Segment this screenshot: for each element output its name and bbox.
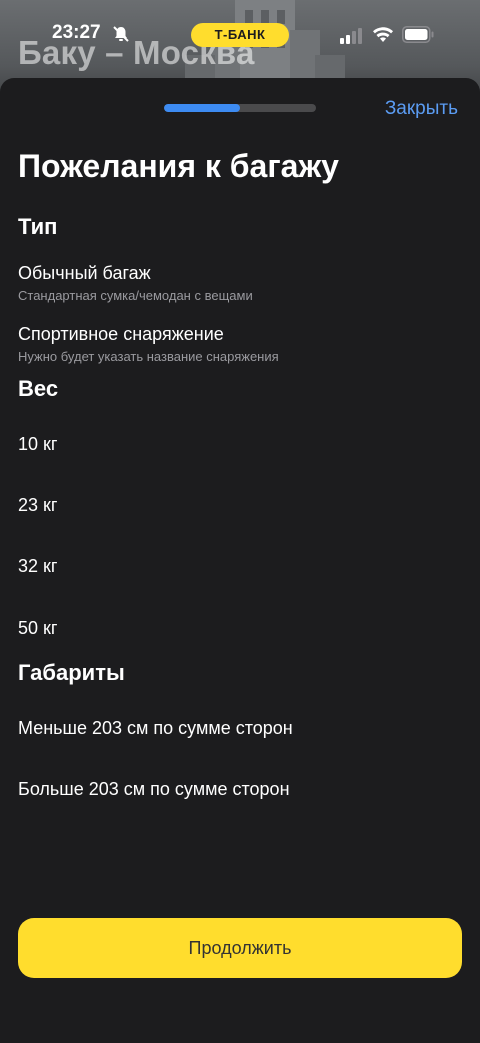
screen: Баку – Москва 23:27 Т-БАНК Закрыть Пожел… [0,0,480,1043]
option-label: Меньше 203 см по сумме сторон [18,718,293,738]
option-label: Больше 203 см по сумме сторон [18,779,290,799]
option-sports-equipment[interactable]: Спортивное снаряжение Нужно будет указат… [18,323,462,365]
progress-bar [164,104,316,112]
option-description: Стандартная сумка/чемодан с вещами [18,288,253,303]
section-title-dimensions: Габариты [18,660,125,685]
option-label: 23 кг [18,495,58,515]
option-label: 32 кг [18,556,58,576]
status-bar: 23:27 Т-БАНК [0,0,480,60]
bell-off-icon [113,26,129,42]
section-title-weight: Вес [18,376,59,401]
option-weight-23[interactable]: 23 кг [18,494,462,516]
option-label: Обычный багаж [18,263,151,283]
option-weight-50[interactable]: 50 кг [18,617,462,639]
continue-button[interactable]: Продолжить [18,918,462,978]
option-label: 50 кг [18,618,58,638]
option-dimensions-over-203[interactable]: Больше 203 см по сумме сторон [18,778,462,800]
option-description: Нужно будет указать название снаряжения [18,349,279,364]
option-weight-32[interactable]: 32 кг [18,555,462,577]
status-time: 23:27 [52,22,101,43]
progress-fill [164,104,240,112]
section-title-type: Тип [18,214,58,239]
wifi-icon [373,27,393,42]
option-label: 10 кг [18,434,58,454]
page-title: Пожелания к багажу [18,148,339,184]
option-weight-10[interactable]: 10 кг [18,433,462,455]
battery-icon [402,26,434,43]
bank-badge: Т-БАНК [191,23,289,47]
option-label: Спортивное снаряжение [18,324,224,344]
close-button[interactable]: Закрыть [385,98,458,120]
signal-icon [340,28,362,44]
option-regular-baggage[interactable]: Обычный багаж Стандартная сумка/чемодан … [18,262,462,304]
option-dimensions-under-203[interactable]: Меньше 203 см по сумме сторон [18,717,462,739]
baggage-preferences-sheet: Закрыть Пожелания к багажу Тип Обычный б… [0,78,480,1043]
